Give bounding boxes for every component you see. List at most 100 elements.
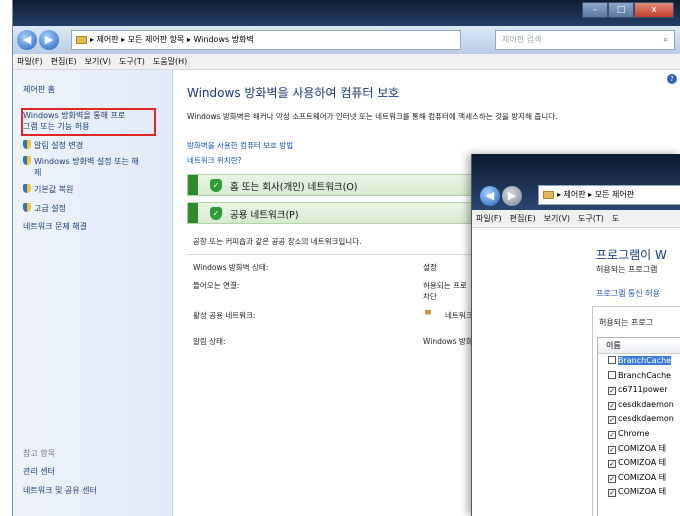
- front-menu-bar: 파일(F) 편집(E) 보기(V) 도구(T) 도: [472, 210, 680, 228]
- green-stripe: [188, 175, 198, 195]
- how-to-link[interactable]: 방화벽을 사용한 컴퓨터 보호 방법: [187, 140, 293, 151]
- allow-communication-link[interactable]: 프로그램 통신 허용: [596, 288, 660, 299]
- search-placeholder: 제어판 검색: [502, 35, 542, 44]
- sidebar-item-troubleshoot[interactable]: 네트워크 문제 해결: [23, 221, 87, 232]
- sidebar: 제어판 홈 Windows 방화벽을 통해 프로 그램 또는 기능 허용 알림 …: [13, 70, 173, 516]
- forward-arrow-icon[interactable]: ▶: [502, 186, 522, 206]
- menu-file[interactable]: 파일(F): [13, 54, 47, 69]
- network-bench-icon: ▀: [425, 310, 431, 319]
- list-item[interactable]: BranchCache: [598, 354, 680, 369]
- sidebar-item-restore[interactable]: 기본값 복원: [23, 184, 73, 195]
- back-arrow-icon[interactable]: ◀: [17, 30, 37, 50]
- list-item[interactable]: ✓ Chrome: [598, 427, 680, 442]
- control-panel-icon: [76, 35, 87, 44]
- sidebar-item-home[interactable]: 제어판 홈: [23, 84, 55, 95]
- sidebar-item-notifications[interactable]: 알림 설정 변경: [23, 140, 83, 151]
- back-arrow-icon[interactable]: ◀: [480, 186, 500, 206]
- menu-edit[interactable]: 편집(E): [47, 54, 81, 69]
- front-page-subtitle: 허용되는 프로그램: [596, 265, 658, 274]
- list-item[interactable]: BranchCache: [598, 369, 680, 384]
- sidebar-item-onoff[interactable]: Windows 방화벽 설정 또는 해: [23, 156, 139, 167]
- menu-help[interactable]: 도움말(H): [149, 54, 191, 69]
- program-name: cesdkdaemon: [618, 399, 674, 409]
- address-input[interactable]: ▸ 제어판 ▸ 모든 제어판 항목 ▸ Windows 방화벽: [71, 30, 461, 50]
- search-input[interactable]: 제어판 검색 ⌕: [495, 30, 675, 50]
- checked-checkbox[interactable]: ✓: [608, 489, 616, 498]
- sidebar-item-action-center[interactable]: 관리 센터: [23, 466, 55, 477]
- front-address-input[interactable]: ▸ 제어판 ▸ 모든 제어판: [538, 185, 680, 205]
- menu-bar: 파일(F) 편집(E) 보기(V) 도구(T) 도움말(H): [13, 54, 680, 70]
- menu-tools[interactable]: 도구(T): [115, 54, 149, 69]
- active-network-label: 활성 공용 네트워크:: [193, 311, 256, 320]
- program-name: COMIZOA 테: [618, 443, 667, 453]
- list-item[interactable]: ✓ COMIZOA 테: [598, 485, 680, 500]
- checked-checkbox[interactable]: ✓: [608, 474, 616, 483]
- menu-help[interactable]: 도: [608, 210, 623, 227]
- forward-arrow-icon[interactable]: ▶: [39, 30, 59, 50]
- address-path: ▸ 제어판 ▸ 모든 제어판 항목 ▸ Windows 방화벽: [90, 35, 254, 44]
- programs-list[interactable]: 이름 BranchCache BranchCache ✓ c6711power ✓ ces…: [597, 337, 680, 516]
- checked-checkbox[interactable]: ✓: [608, 416, 616, 425]
- active-network-value: 네트워크: [445, 311, 473, 320]
- sidebar-item-network-center[interactable]: 네트워크 및 공유 센터: [23, 485, 97, 496]
- notify-label: 알림 상태:: [193, 337, 226, 346]
- public-network-description: 공항 또는 커피숍과 같은 공공 장소의 네트워크입니다.: [193, 237, 362, 246]
- notify-value: Windows 방화: [423, 337, 473, 346]
- see-also-heading: 참고 항목: [23, 449, 55, 458]
- program-name: COMIZOA 테: [618, 487, 667, 497]
- minimize-button[interactable]: –: [582, 2, 608, 18]
- program-name: BranchCache: [618, 370, 672, 380]
- program-name: c6711power: [618, 385, 668, 395]
- page-title: Windows 방화벽을 사용하여 컴퓨터 보호: [187, 86, 400, 100]
- green-shield-icon: ✓: [210, 207, 222, 220]
- panel-heading: 허용되는 프로그: [599, 318, 654, 327]
- red-highlight-box: [21, 108, 156, 136]
- sidebar-item-onoff-cont[interactable]: 제: [34, 167, 41, 178]
- front-title-bar: ◀ ▶ ▸ 제어판 ▸ 모든 제어판: [472, 154, 680, 210]
- public-network-bar[interactable]: ✓ 공용 네트워크(P): [187, 202, 487, 224]
- menu-file[interactable]: 파일(F): [472, 210, 506, 227]
- checked-checkbox[interactable]: ✓: [608, 401, 616, 410]
- help-icon[interactable]: ?: [667, 74, 677, 84]
- divider: [187, 254, 487, 255]
- list-rows: BranchCache BranchCache ✓ c6711power ✓ cesdkd…: [598, 354, 680, 500]
- program-name: COMIZOA 테: [618, 458, 667, 468]
- checked-checkbox[interactable]: ✓: [608, 445, 616, 454]
- list-item[interactable]: ✓ COMIZOA 테: [598, 442, 680, 457]
- checked-checkbox[interactable]: ✓: [608, 387, 616, 396]
- menu-view[interactable]: 보기(V): [540, 210, 574, 227]
- incoming-value-2: 차단: [423, 292, 437, 301]
- green-stripe: [188, 203, 198, 223]
- unchecked-checkbox[interactable]: [608, 356, 616, 364]
- menu-view[interactable]: 보기(V): [81, 54, 115, 69]
- list-item[interactable]: ✓ cesdkdaemon: [598, 412, 680, 427]
- allowed-programs-window: ◀ ▶ ▸ 제어판 ▸ 모든 제어판 파일(F) 편집(E) 보기(V) 도구(…: [471, 154, 680, 516]
- list-item[interactable]: ✓ c6711power: [598, 383, 680, 398]
- unchecked-checkbox[interactable]: [608, 370, 616, 379]
- menu-edit[interactable]: 편집(E): [506, 210, 540, 227]
- menu-tools[interactable]: 도구(T): [574, 210, 608, 227]
- list-column-name[interactable]: 이름: [598, 338, 680, 354]
- list-item[interactable]: ✓ COMIZOA 테: [598, 471, 680, 486]
- public-network-label: 공용 네트워크(P): [230, 210, 299, 221]
- checked-checkbox[interactable]: ✓: [608, 430, 616, 439]
- status-label: Windows 방화벽 상태:: [193, 263, 269, 272]
- network-location-link[interactable]: 네트워크 위치란?: [187, 155, 242, 166]
- sidebar-item-advanced[interactable]: 고급 설정: [23, 203, 66, 214]
- control-panel-icon: [543, 190, 554, 199]
- title-bar: – □ x: [13, 0, 680, 26]
- list-item[interactable]: ✓ cesdkdaemon: [598, 398, 680, 413]
- status-value: 설정: [423, 263, 437, 272]
- program-name: COMIZOA 테: [618, 472, 667, 482]
- address-bar: ◀ ▶ ▸ 제어판 ▸ 모든 제어판 항목 ▸ Windows 방화벽 제어판 …: [13, 26, 680, 54]
- checked-checkbox[interactable]: ✓: [608, 460, 616, 469]
- front-page-title: 프로그램이 W: [596, 248, 667, 262]
- list-item[interactable]: ✓ COMIZOA 테: [598, 456, 680, 471]
- home-network-bar[interactable]: ✓ 홈 또는 회사(개인) 네트워크(O): [187, 174, 487, 196]
- page-description: Windows 방화벽은 해커나 악성 소프트웨어가 인터넷 또는 네트워크를 …: [187, 112, 558, 121]
- program-name: BranchCache: [618, 356, 672, 365]
- maximize-button[interactable]: □: [608, 2, 634, 18]
- front-address-path: ▸ 제어판 ▸ 모든 제어판: [557, 190, 635, 199]
- incoming-label: 들어오는 연결:: [193, 281, 240, 290]
- close-button[interactable]: x: [634, 2, 674, 18]
